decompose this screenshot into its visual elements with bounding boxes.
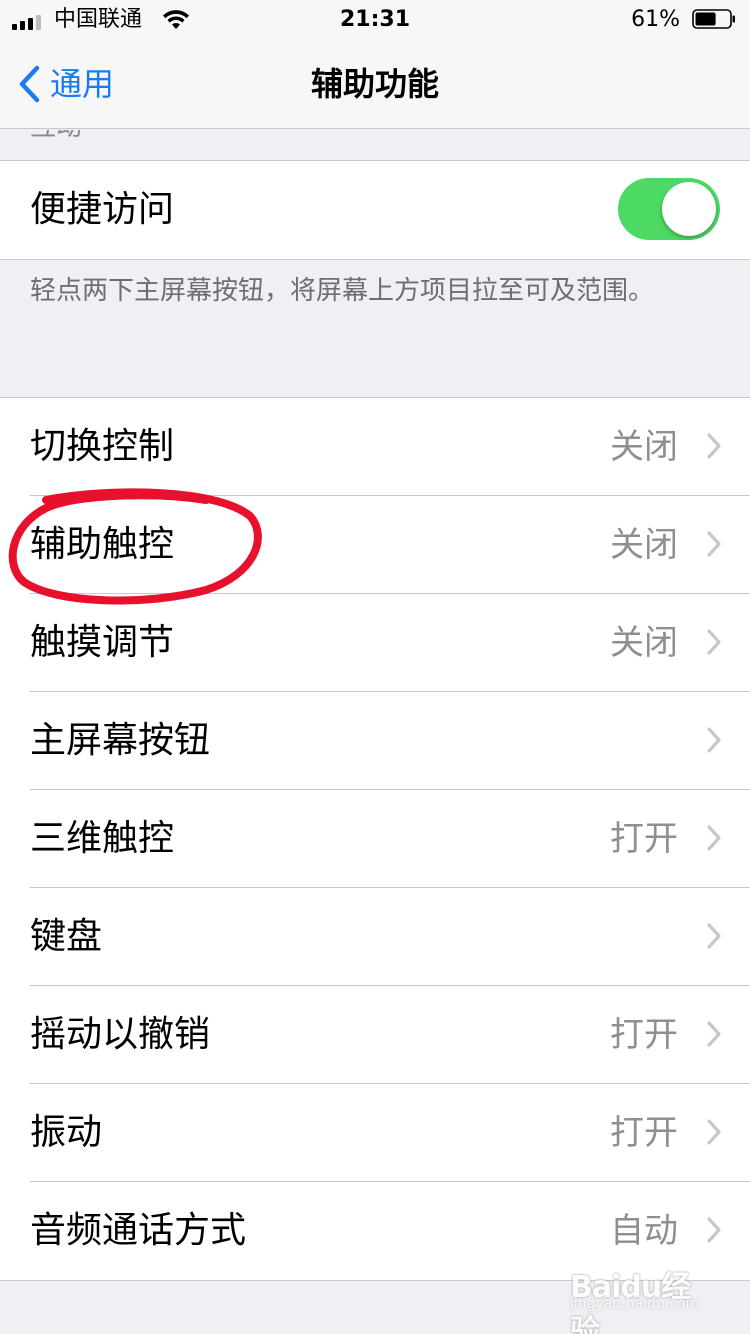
watermark-sub: jingyan.baidu.com [570,1296,700,1312]
row-label: 音频通话方式 [30,1210,247,1251]
settings-row[interactable]: 三维触控 打开 [0,790,750,888]
row-label: 切换控制 [30,426,175,467]
row-label: 摇动以撤销 [30,1014,211,1055]
watermark-logo: Baidu经验 jingyan.baidu.com [570,1262,710,1334]
row-value: 关闭 [610,623,678,663]
settings-row[interactable]: 切换控制 关闭 [0,398,750,496]
reachability-footer: 轻点两下主屏幕按钮，将屏幕上方项目拉至可及范围。 [30,276,655,306]
status-bar: 中国联通 21:31 61% [0,0,750,40]
battery-icon [692,9,735,29]
settings-list: 切换控制 关闭 辅助触控 关闭 触摸调节 关闭 主屏幕按钮 三维触控 打开 键盘 摇动以撤销 打开 振动… [0,397,750,1281]
settings-row[interactable]: 辅助触控 关闭 [0,496,750,594]
toggle-knob [662,182,716,236]
chevron-right-icon [707,629,721,655]
chevron-right-icon [707,433,721,459]
row-label: 三维触控 [30,818,175,859]
page-title: 辅助功能 [310,65,439,103]
row-value: 关闭 [610,525,678,565]
row-label: 振动 [30,1112,103,1153]
row-label: 触摸调节 [30,622,175,663]
row-value: 打开 [610,819,678,859]
chevron-right-icon [707,1021,721,1047]
battery-percent: 61% [631,7,680,32]
chevron-right-icon [707,923,721,949]
row-value: 打开 [610,1015,678,1055]
chevron-right-icon [707,825,721,851]
settings-row[interactable]: 键盘 [0,888,750,986]
settings-row[interactable]: 摇动以撤销 打开 [0,986,750,1084]
screen: 中国联通 21:31 61% 通用 辅助功能 互动 便捷访问 [0,0,750,1334]
navigation-bar: 通用 辅助功能 [0,40,750,129]
reachability-row: 便捷访问 [0,161,750,259]
reachability-label: 便捷访问 [30,189,175,230]
settings-row[interactable]: 主屏幕按钮 [0,692,750,790]
chevron-right-icon [707,727,721,753]
row-label: 辅助触控 [30,524,175,565]
chevron-right-icon [707,1119,721,1145]
settings-row[interactable]: 振动 打开 [0,1084,750,1182]
reachability-toggle[interactable] [618,178,720,240]
row-value: 打开 [610,1113,678,1153]
chevron-right-icon [707,531,721,557]
row-value: 关闭 [610,427,678,467]
row-label: 主屏幕按钮 [30,720,211,761]
chevron-right-icon [707,1217,721,1243]
settings-row[interactable]: 触摸调节 关闭 [0,594,750,692]
reachability-group: 便捷访问 [0,160,750,260]
row-label: 键盘 [30,916,103,957]
